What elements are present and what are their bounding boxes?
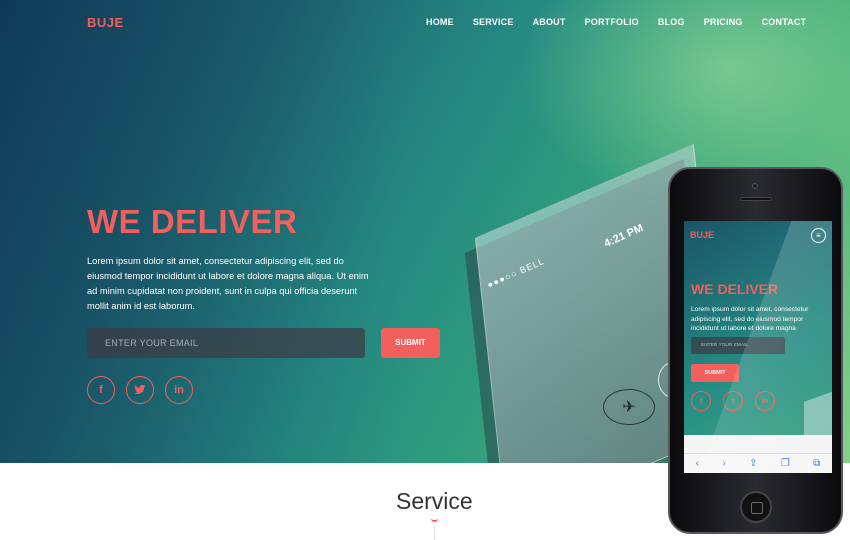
phone-facebook-icon: f <box>691 391 711 411</box>
phone-home-button <box>740 491 772 523</box>
nav-item-blog[interactable]: BLOG <box>658 17 685 27</box>
twitter-icon[interactable] <box>126 376 154 404</box>
phone-submit-button: SUBMIT <box>691 364 739 382</box>
twitter-bird-glyph <box>134 385 146 395</box>
main-nav: HOME SERVICE ABOUT PORTFOLIO BLOG PRICIN… <box>426 17 825 27</box>
facebook-icon[interactable]: f <box>87 376 115 404</box>
phone-camera <box>752 183 758 189</box>
nav-item-portfolio[interactable]: PORTFOLIO <box>585 17 639 27</box>
email-input[interactable]: ENTER YOUR EMAIL <box>87 328 365 358</box>
hero-headline: WE DELIVER <box>87 203 298 240</box>
nav-item-service[interactable]: SERVICE <box>473 17 514 27</box>
phone-speaker <box>740 197 772 201</box>
submit-button[interactable]: SUBMIT <box>381 328 440 358</box>
linkedin-icon[interactable]: in <box>165 376 193 404</box>
phone-screen: BUJE ≡ WE DELIVER Lorem ipsum dolor sit … <box>684 221 832 473</box>
phone-mockup: BUJE ≡ WE DELIVER Lorem ipsum dolor sit … <box>668 167 843 534</box>
nav-item-home[interactable]: HOME <box>426 17 454 27</box>
phone-logo: BUJE <box>690 230 715 240</box>
section-title: Service <box>396 488 473 514</box>
nav-item-contact[interactable]: CONTACT <box>762 17 807 27</box>
section-divider <box>434 525 435 540</box>
social-links: f in <box>87 376 204 404</box>
airplane-icon: ✈ <box>603 389 655 425</box>
nav-item-pricing[interactable]: PRICING <box>704 17 743 27</box>
nav-item-about[interactable]: ABOUT <box>533 17 566 27</box>
back-icon: ‹ <box>695 458 700 469</box>
hero-lead-text: Lorem ipsum dolor sit amet, consectetur … <box>87 256 369 311</box>
section-title-underline <box>431 518 438 522</box>
site-logo[interactable]: BUJE <box>87 15 124 30</box>
